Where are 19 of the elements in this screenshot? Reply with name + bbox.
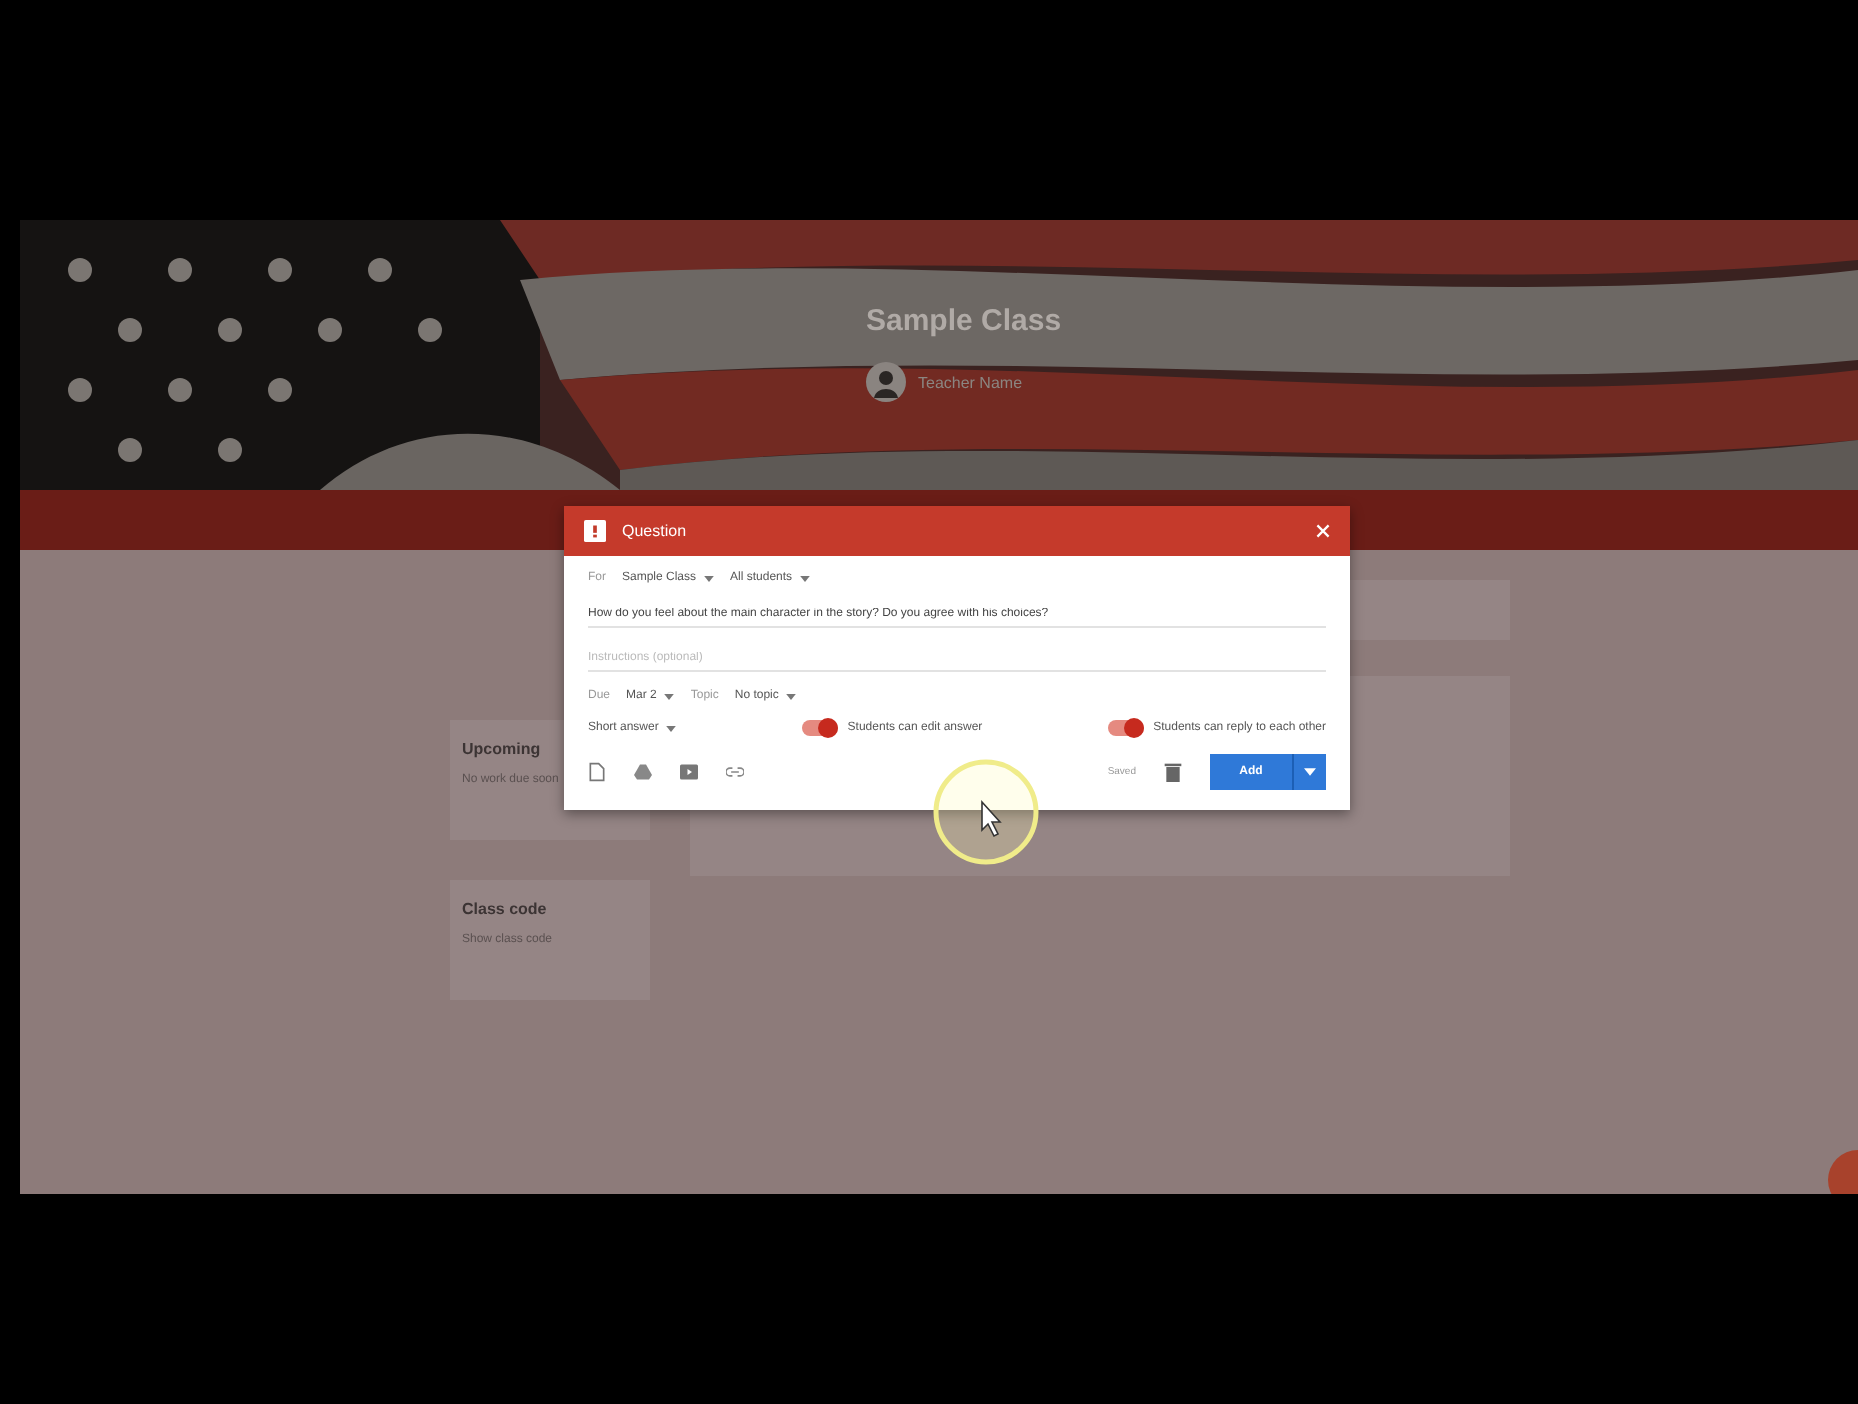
avatar-icon [866, 362, 906, 402]
toggle-switch[interactable] [801, 720, 838, 736]
teacher-name: Teacher Name [918, 373, 1023, 391]
caret-icon [664, 693, 675, 699]
toggle-switch[interactable] [1107, 720, 1144, 736]
class-title: Sample Class [866, 304, 1064, 338]
caret-icon [786, 693, 797, 699]
caret-icon[interactable] [1304, 768, 1316, 776]
close-icon[interactable] [1316, 524, 1330, 538]
card-title: Upcoming [462, 740, 541, 758]
card-title: Class code [462, 900, 547, 918]
drive-icon[interactable] [634, 762, 652, 782]
link-icon[interactable] [726, 762, 744, 782]
file-icon[interactable] [588, 762, 606, 782]
trash-icon[interactable] [1164, 762, 1182, 782]
video-icon[interactable] [680, 762, 698, 782]
question-icon [584, 520, 606, 542]
caret-icon [666, 725, 677, 731]
dialog-title: Question [622, 522, 689, 540]
